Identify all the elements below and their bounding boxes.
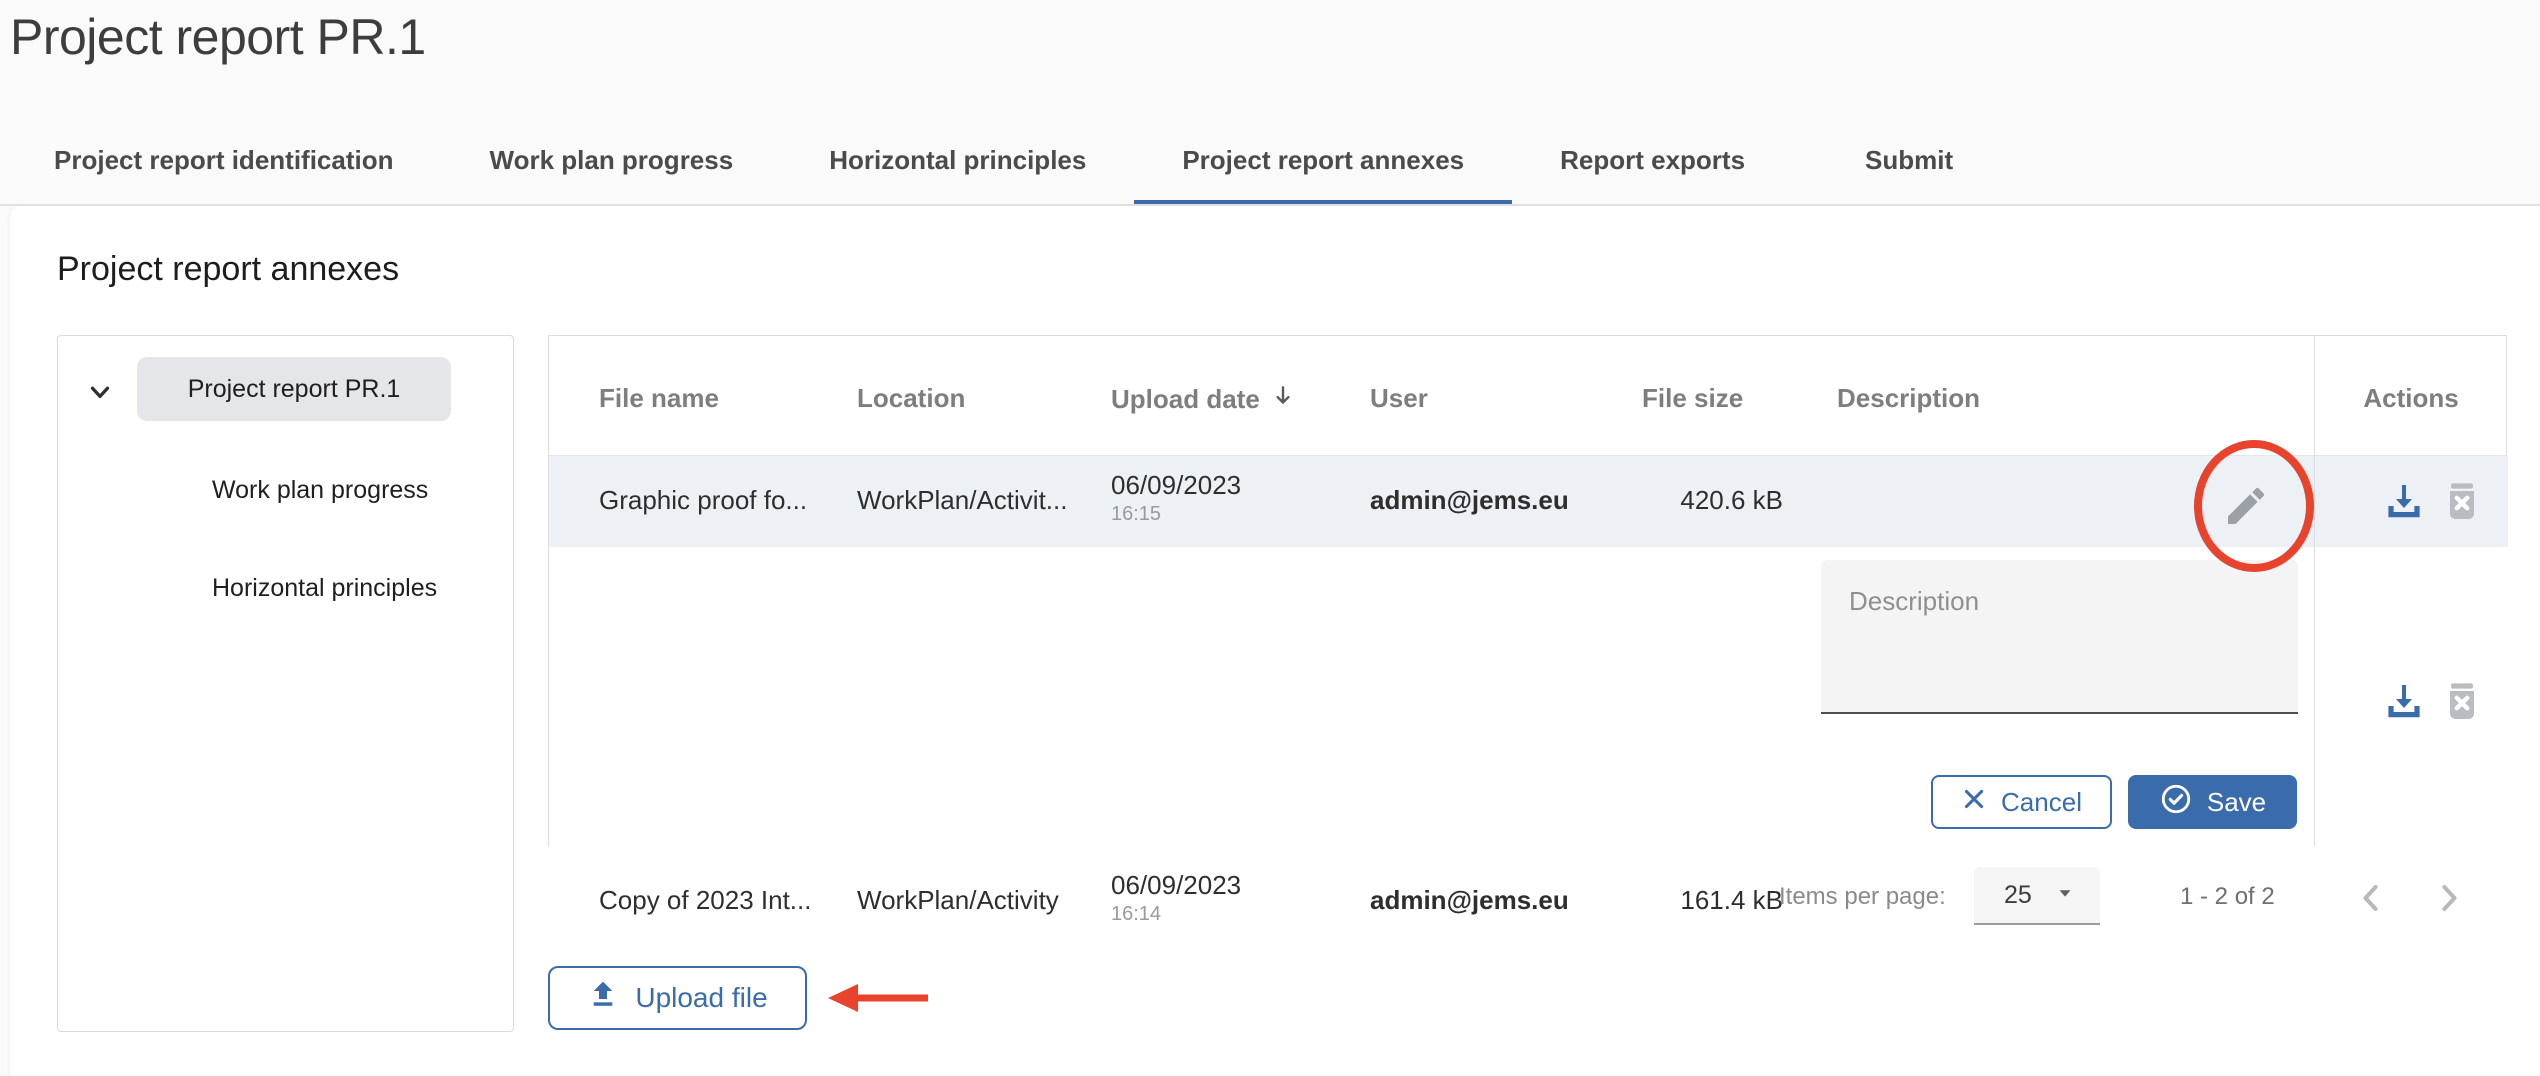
tree-item-project-report[interactable]: Project report PR.1 xyxy=(137,357,451,421)
cell-file-name: Graphic proof fo... xyxy=(599,485,807,516)
cell-file-name: Copy of 2023 Int... xyxy=(599,885,811,916)
description-input[interactable] xyxy=(1821,560,2298,714)
column-header-user: User xyxy=(1370,383,1428,414)
cell-user: admin@jems.eu xyxy=(1370,485,1569,516)
table-row: Graphic proof fo... WorkPlan/Activit... … xyxy=(549,456,2508,547)
upload-file-button[interactable]: Upload file xyxy=(548,966,807,1030)
upload-time: 16:15 xyxy=(1111,503,1241,526)
column-header-file-size: File size xyxy=(1642,383,1743,414)
sort-desc-icon xyxy=(1270,383,1296,416)
check-circle-icon xyxy=(2159,782,2193,823)
delete-file-icon[interactable] xyxy=(2438,677,2486,725)
cancel-button[interactable]: Cancel xyxy=(1931,775,2112,829)
annex-tree-panel: Project report PR.1 Work plan progress H… xyxy=(57,335,514,1032)
tab-horizontal-principles[interactable]: Horizontal principles xyxy=(781,145,1134,206)
content-card: Project report annexes Project report PR… xyxy=(10,206,2540,1076)
tab-work-plan-progress[interactable]: Work plan progress xyxy=(442,145,782,206)
tree-item-work-plan-progress[interactable]: Work plan progress xyxy=(212,476,428,505)
tab-project-report-identification[interactable]: Project report identification xyxy=(6,145,442,206)
save-button-label: Save xyxy=(2207,787,2266,818)
upload-file-button-label: Upload file xyxy=(635,982,767,1014)
page-size-select[interactable]: 25 xyxy=(1974,867,2100,925)
save-button[interactable]: Save xyxy=(2128,775,2297,829)
column-header-upload-date[interactable]: Upload date xyxy=(1111,383,1296,416)
column-header-actions: Actions xyxy=(2314,383,2508,414)
upload-date: 06/09/2023 xyxy=(1111,870,1241,901)
column-header-file-name: File name xyxy=(599,383,719,414)
tab-bar: Project report identification Work plan … xyxy=(6,130,2025,206)
tree-item-label: Project report PR.1 xyxy=(188,375,401,404)
tab-submit[interactable]: Submit xyxy=(1793,145,2025,206)
cell-file-size: 161.4 kB xyxy=(1589,885,1783,916)
column-header-upload-date-label: Upload date xyxy=(1111,384,1260,415)
chevron-down-icon[interactable] xyxy=(85,377,115,407)
cell-file-size: 420.6 kB xyxy=(1589,485,1783,516)
page-size-value: 25 xyxy=(2004,881,2032,910)
upload-time: 16:14 xyxy=(1111,903,1241,926)
caret-down-icon xyxy=(2054,882,2076,909)
items-per-page-label: Items per page: xyxy=(1779,883,1946,911)
previous-page-icon[interactable] xyxy=(2349,876,2393,920)
download-file-icon[interactable] xyxy=(2380,477,2428,525)
tree-item-horizontal-principles[interactable]: Horizontal principles xyxy=(212,574,437,603)
pagination-range-label: 1 - 2 of 2 xyxy=(2180,883,2275,911)
next-page-icon[interactable] xyxy=(2427,876,2471,920)
column-header-location: Location xyxy=(857,383,965,414)
cell-upload-date: 06/09/2023 16:14 xyxy=(1111,870,1241,926)
annex-file-table: File name Location Upload date User File… xyxy=(548,335,2507,847)
section-heading: Project report annexes xyxy=(57,250,399,289)
upload-icon xyxy=(587,979,619,1018)
actions-column-divider xyxy=(2314,336,2315,846)
annotation-red-arrow xyxy=(828,978,932,1018)
cancel-button-label: Cancel xyxy=(2001,787,2082,818)
tab-project-report-annexes[interactable]: Project report annexes xyxy=(1134,145,1512,206)
tab-report-exports[interactable]: Report exports xyxy=(1512,145,1793,206)
cell-user: admin@jems.eu xyxy=(1370,885,1569,916)
upload-date: 06/09/2023 xyxy=(1111,470,1241,501)
download-file-icon[interactable] xyxy=(2380,677,2428,725)
cell-location: WorkPlan/Activit... xyxy=(857,485,1067,516)
x-icon xyxy=(1961,786,1987,819)
cell-upload-date: 06/09/2023 16:15 xyxy=(1111,470,1241,526)
delete-file-icon[interactable] xyxy=(2438,477,2486,525)
edit-description-icon[interactable] xyxy=(2222,482,2270,530)
cell-location: WorkPlan/Activity xyxy=(857,885,1059,916)
page-title: Project report PR.1 xyxy=(10,8,426,66)
column-header-description: Description xyxy=(1837,383,1980,414)
